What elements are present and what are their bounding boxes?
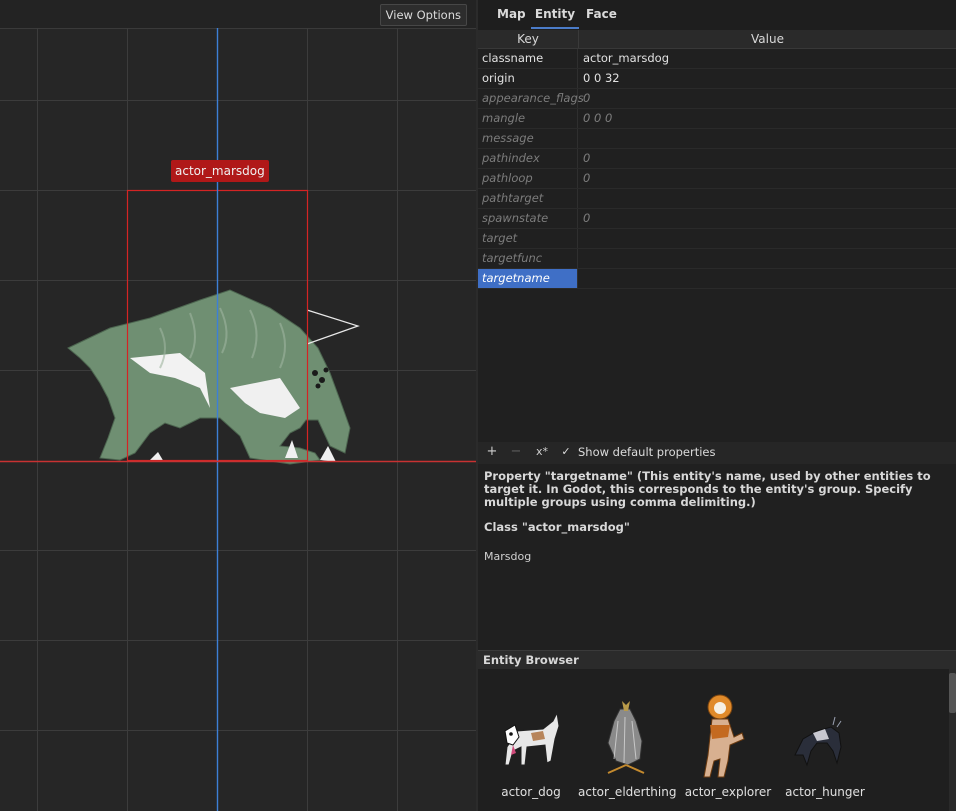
property-value[interactable] [579,269,956,288]
property-value[interactable] [579,229,956,248]
tab-face[interactable]: Face [586,7,617,27]
table-row[interactable]: spawnstate 0 [478,209,956,229]
entity-item-actor-explorer[interactable]: actor_explorer [680,681,776,801]
key-column-header[interactable]: Key [478,30,579,48]
entity-label-tag[interactable]: actor_marsdog [171,160,269,182]
viewport-grid[interactable] [0,28,476,811]
table-row[interactable]: pathindex 0 [478,149,956,169]
property-key: targetfunc [478,249,578,268]
table-row[interactable]: message [478,129,956,149]
scrollbar-thumb[interactable] [949,673,956,713]
property-value[interactable] [579,129,956,148]
entity-browser-header: Entity Browser [478,650,956,670]
table-header: Key Value [478,30,956,49]
property-value[interactable]: 0 0 0 [579,109,956,128]
entity-item-label: actor_elderthing [578,785,677,799]
entity-item-label: actor_dog [501,785,561,799]
property-value[interactable]: 0 [579,209,956,228]
property-key: target [478,229,578,248]
property-key: message [478,129,578,148]
property-key: pathtarget [478,189,578,208]
explorer-thumbnail [703,694,745,778]
property-key: pathindex [478,149,578,168]
table-row[interactable]: targetfunc [478,249,956,269]
class-help-title: Class "actor_marsdog" [484,520,630,534]
entity-item-label: actor_hunger [785,785,865,799]
inspector-panel: Map Entity Face Key Value classname acto… [476,0,956,811]
add-property-button[interactable]: + [484,444,500,460]
table-row[interactable]: appearance_flags 0 [478,89,956,109]
hunger-thumbnail [794,716,842,767]
property-key: origin [478,69,578,88]
property-table: Key Value classname actor_marsdog origin… [478,30,956,289]
view-options-button[interactable]: View Options [379,4,467,26]
property-value[interactable]: 0 [579,149,956,168]
property-value[interactable] [579,189,956,208]
table-row-selected[interactable]: targetname [478,269,956,289]
elderthing-thumbnail [607,701,645,774]
facing-arrow [306,309,360,345]
viewport-2d[interactable]: View Options actor_marsdog [0,0,476,811]
clear-property-button[interactable]: x* [534,444,550,460]
property-key: targetname [478,269,578,288]
property-value[interactable]: 0 [579,89,956,108]
entity-item-actor-elderthing[interactable]: actor_elderthing [578,681,677,801]
property-key: pathloop [478,169,578,188]
property-toolbar: + − x* ✓ Show default properties [478,442,956,464]
table-row[interactable]: mangle 0 0 0 [478,109,956,129]
property-key: classname [478,49,578,68]
entity-browser-scrollbar[interactable] [949,669,956,811]
property-value[interactable]: 0 0 32 [579,69,956,88]
remove-property-button[interactable]: − [508,444,524,460]
value-column-header[interactable]: Value [579,30,956,48]
table-row[interactable]: origin 0 0 32 [478,69,956,89]
entity-item-actor-hunger[interactable]: actor_hunger [777,681,873,801]
tab-map[interactable]: Map [497,7,526,27]
show-defaults-label[interactable]: Show default properties [578,445,716,459]
show-defaults-checkbox[interactable]: ✓ [560,446,572,458]
property-help-text: Property "targetname" (This entity's nam… [484,469,931,509]
table-row[interactable]: pathtarget [478,189,956,209]
property-key: appearance_flags [478,89,584,108]
property-value[interactable]: 0 [579,169,956,188]
entity-item-actor-dog[interactable]: actor_dog [483,681,579,801]
tab-entity[interactable]: Entity [531,7,579,29]
table-row[interactable]: classname actor_marsdog [478,49,956,69]
help-panel: Property "targetname" (This entity's nam… [484,469,954,564]
property-key: spawnstate [478,209,578,228]
class-description: Marsdog [484,550,532,563]
property-value[interactable]: actor_marsdog [579,49,956,68]
inspector-tabs: Map Entity Face [478,0,956,30]
table-row[interactable]: pathloop 0 [478,169,956,189]
dog-thumbnail [504,711,560,766]
property-value[interactable] [579,249,956,268]
property-key: mangle [478,109,578,128]
viewport-toolbar: View Options [0,0,476,29]
entity-browser-title: Entity Browser [483,653,579,667]
entity-browser: actor_dog actor_elderthing actor_explore… [478,669,956,811]
entity-item-label: actor_explorer [684,785,772,799]
table-row[interactable]: target [478,229,956,249]
